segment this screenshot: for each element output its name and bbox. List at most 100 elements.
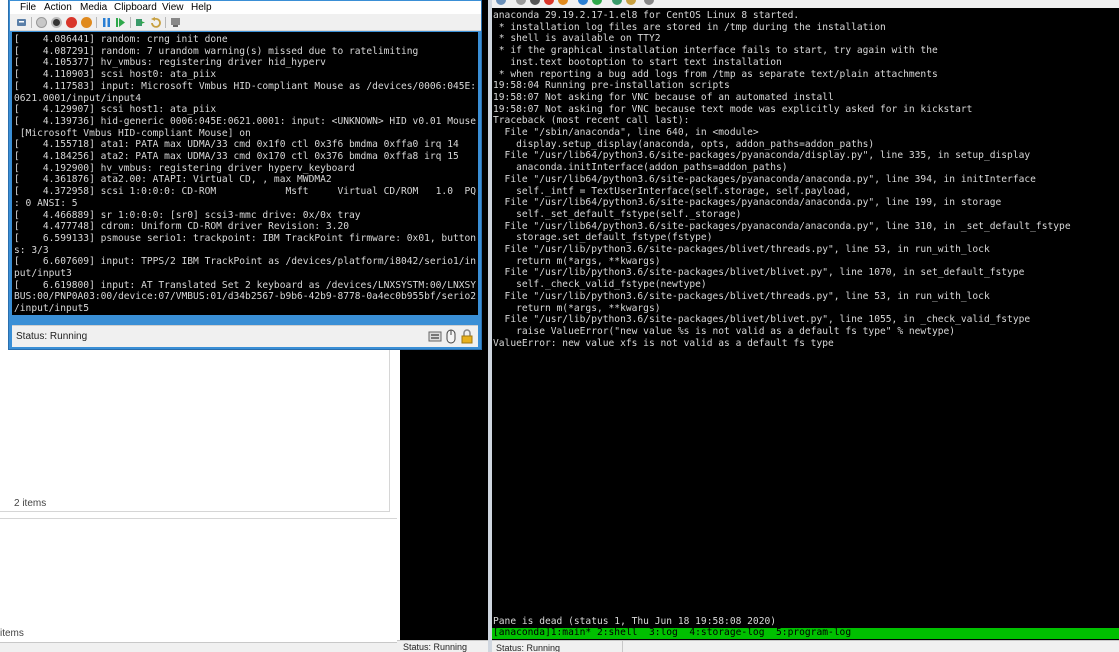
console-line: [ 6.607609] input: TPPS/2 IBM TrackPoint…	[14, 256, 477, 268]
right-status-text: Status: Running	[496, 643, 561, 652]
middle-status-bar: Status: Running	[397, 640, 491, 652]
keyboard-icon	[428, 329, 442, 344]
middle-status-text: Status: Running	[403, 642, 468, 652]
shut-down-icon[interactable]	[66, 17, 77, 28]
console-line: File "/usr/lib64/python3.6/site-packages…	[493, 197, 1002, 209]
console-line: 19:58:04 Running pre-installation script…	[493, 80, 730, 92]
mouse-icon	[444, 329, 458, 344]
console-line: anaconda.initInterface(addon_paths=addon…	[493, 162, 788, 174]
enhanced-session-icon[interactable]	[170, 17, 181, 28]
console-line: self._check_valid_fstype(newtype)	[493, 279, 707, 291]
console-line: [ 4.372958] scsi 1:0:0:0: CD-ROM Msft Vi…	[14, 186, 477, 198]
ctrl-alt-del-icon[interactable]	[496, 0, 506, 5]
pause-icon[interactable]	[578, 0, 588, 5]
save-icon[interactable]	[558, 0, 568, 5]
console-line: [ 4.361876] ata2.00: ATAPI: Virtual CD, …	[14, 174, 332, 186]
console-line: File "/usr/lib64/python3.6/site-packages…	[493, 173, 1036, 185]
menu-clipboard[interactable]: Clipboard	[114, 1, 157, 14]
toolbar-separator	[165, 17, 166, 28]
console-line: 19:58:07 Not asking for VNC because text…	[493, 103, 973, 115]
turn-off-icon[interactable]	[51, 17, 62, 28]
console-line: [ 4.477748] cdrom: Uniform CD-ROM driver…	[14, 221, 350, 233]
revert-icon[interactable]	[626, 0, 636, 5]
console-line: : 0 ANSI: 5	[14, 197, 78, 209]
pane-dead-line: Pane is dead (status 1, Thu Jun 18 19:58…	[493, 616, 777, 627]
reset-icon[interactable]	[115, 17, 126, 28]
console-line: [ 4.086441] random: crng init done	[14, 34, 228, 45]
menu-help[interactable]: Help	[191, 1, 212, 14]
console-line: [ 4.087291] random: 7 urandom warning(s)…	[14, 45, 419, 57]
console-line: self._set_default_fstype(self._storage)	[493, 208, 742, 220]
console-line: [ 4.139736] hid-generic 0006:045E:0621.0…	[14, 115, 477, 127]
file-list-pane[interactable]	[0, 350, 390, 512]
background-status-bar	[0, 642, 397, 652]
console-line: File "/usr/lib64/python3.6/site-packages…	[493, 150, 1031, 162]
vm-toolbar	[10, 14, 481, 31]
right-vm-window: anaconda 29.19.2.17-1.el8 for CentOS Lin…	[492, 0, 1119, 652]
console-line: storage.set_default_fstype(fstype)	[493, 232, 713, 244]
item-count-bottom: items	[0, 628, 24, 639]
front-status-bar: Status: Running	[12, 325, 478, 347]
console-line: [ 6.619800] input: AT Translated Set 2 k…	[14, 279, 477, 291]
console-line: Traceback (most recent call last):	[493, 115, 690, 127]
console-line: File "/sbin/anaconda", line 640, in <mod…	[493, 127, 759, 138]
checkpoint-icon[interactable]	[135, 17, 146, 28]
console-line: BUS:00/PNP0A03:00/device:07/VMBUS:01/d34…	[14, 291, 477, 303]
console-line: 0621.0001/input/input4	[14, 92, 142, 104]
revert-icon[interactable]	[150, 17, 161, 28]
console-line: [ 6.599133] psmouse serio1: trackpoint: …	[14, 232, 477, 244]
console-line: File "/usr/lib/python3.6/site-packages/b…	[493, 267, 1025, 279]
enhanced-session-icon[interactable]	[644, 0, 654, 5]
console-line: [ 4.192900] hv_vmbus: registering driver…	[14, 162, 355, 174]
ctrl-alt-del-icon[interactable]	[16, 17, 27, 28]
console-line: * installation log files are stored in /…	[493, 21, 886, 33]
console-line: [ 4.129907] scsi host1: ata_piix	[14, 104, 217, 116]
console-line: File "/usr/lib64/python3.6/site-packages…	[493, 220, 1071, 232]
pause-icon[interactable]	[101, 17, 112, 28]
console-line: s: 3/3	[14, 244, 49, 256]
console-line: * if the graphical installation interfac…	[493, 45, 938, 57]
start-icon[interactable]	[516, 0, 526, 5]
turn-off-icon[interactable]	[530, 0, 540, 5]
save-icon[interactable]	[81, 17, 92, 28]
console-line: put/input3	[14, 268, 72, 279]
console-line: * when reporting a bug add logs from /tm…	[493, 68, 938, 80]
console-line: display.setup_display(anaconda, opts, ad…	[493, 138, 875, 150]
lock-icon	[460, 329, 474, 344]
front-vm-window: File Action Media Clipboard View Help […	[8, 0, 482, 350]
console-line: [ 4.117583] input: Microsoft Vmbus HID-c…	[14, 80, 477, 92]
console-line: 19:58:07 Not asking for VNC because of a…	[493, 91, 834, 103]
item-count-top: 2 items	[14, 498, 47, 509]
console-line: inst.text bootoption to start text insta…	[493, 56, 782, 68]
console-line: ValueError: new value xfs is not valid a…	[493, 337, 834, 349]
details-pane[interactable]	[0, 518, 397, 643]
console-line: [ 4.155718] ata1: PATA max UDMA/33 cmd 0…	[14, 139, 459, 151]
console-line: [ 4.105377] hv_vmbus: registering driver…	[14, 57, 326, 69]
vm-console[interactable]: [ 4.086441] random: crng init done[ 4.08…	[12, 32, 478, 315]
console-line: anaconda 29.19.2.17-1.el8 for CentOS Lin…	[493, 10, 800, 21]
console-line: return m(*args, **kwargs)	[493, 255, 661, 267]
right-vm-toolbar	[492, 0, 1119, 8]
tmux-window-list: [anaconda]1:main* 2:shell 3:log 4:storag…	[493, 628, 852, 638]
console-line: [ 4.466889] sr 1:0:0:0: [sr0] scsi3-mmc …	[14, 209, 361, 221]
console-line: File "/usr/lib/python3.6/site-packages/b…	[493, 290, 990, 302]
front-status-text: Status: Running	[16, 331, 88, 342]
shut-down-icon[interactable]	[544, 0, 554, 5]
console-line: * shell is available on TTY2	[493, 33, 661, 45]
toolbar-separator	[130, 17, 131, 28]
menu-bar: File Action Media Clipboard View Help	[10, 1, 481, 14]
toolbar-separator	[31, 17, 32, 28]
console-line: self._intf = TextUserInterface(self.stor…	[493, 185, 852, 197]
menu-view[interactable]: View	[162, 1, 184, 14]
console-line: [ 4.184256] ata2: PATA max UDMA/33 cmd 0…	[14, 151, 459, 162]
start-icon[interactable]	[36, 17, 47, 28]
right-vm-console[interactable]: anaconda 29.19.2.17-1.el8 for CentOS Lin…	[492, 8, 1119, 628]
console-line: [Microsoft Vmbus HID-compliant Mouse] on	[14, 127, 251, 139]
checkpoint-icon[interactable]	[612, 0, 622, 5]
console-line: [ 4.110903] scsi host0: ata_piix	[14, 69, 217, 81]
menu-media[interactable]: Media	[80, 1, 107, 14]
menu-file[interactable]: File	[20, 1, 36, 14]
menu-action[interactable]: Action	[44, 1, 72, 14]
reset-icon[interactable]	[592, 0, 602, 5]
console-line: return m(*args, **kwargs)	[493, 302, 661, 314]
